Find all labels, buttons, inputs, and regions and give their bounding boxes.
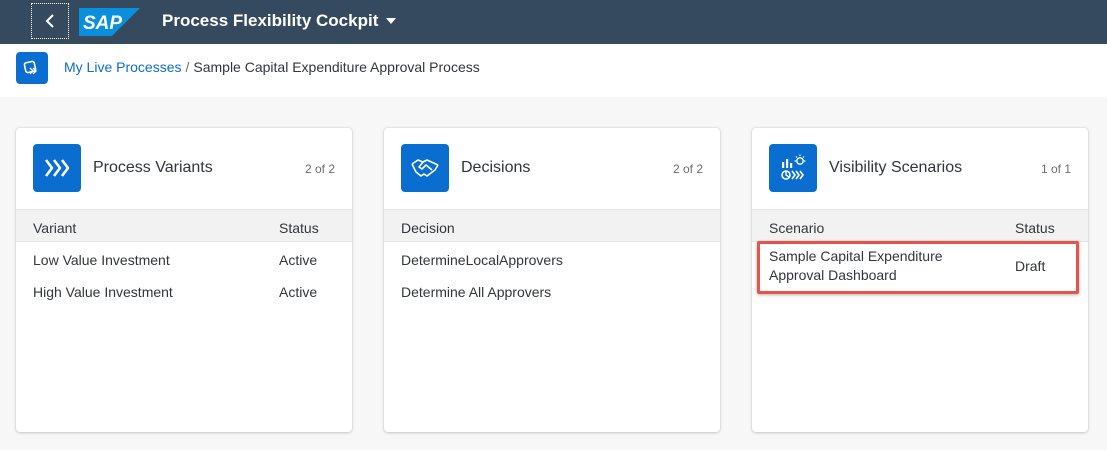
shell-bar: SAP Process Flexibility Cockpit xyxy=(0,0,1107,44)
decision-name: Determine All Approvers xyxy=(401,284,552,300)
card-title: Visibility Scenarios xyxy=(829,159,963,176)
process-icon xyxy=(16,52,48,84)
card-count: 1 of 1 xyxy=(1040,162,1071,176)
card-title: Decisions xyxy=(461,159,531,176)
handshake-icon xyxy=(401,144,449,192)
highlight-box xyxy=(757,241,1079,294)
back-arrow-icon xyxy=(45,14,54,28)
breadcrumb: My Live Processes / Sample Capital Expendi… xyxy=(64,59,480,75)
variant-status: Active xyxy=(279,252,318,268)
breadcrumb-link-my-live-processes[interactable]: My Live Processes xyxy=(64,59,181,75)
column-header-scenario: Scenario xyxy=(769,220,825,236)
table-row[interactable]: Low Value Investment Active xyxy=(16,244,352,276)
column-header-variant: Variant xyxy=(33,220,77,236)
column-header-status: Status xyxy=(279,220,319,236)
svg-text:SAP: SAP xyxy=(83,13,122,34)
process-variants-icon xyxy=(33,144,81,192)
table-header: Scenario Status xyxy=(752,209,1088,242)
sap-logo: SAP xyxy=(79,8,140,36)
breadcrumb-current: Sample Capital Expenditure Approval Proc… xyxy=(193,59,480,75)
process-variants-card: Process Variants 2 of 2 Variant Status L… xyxy=(16,128,352,432)
decisions-card: Decisions 2 of 2 Decision DetermineLocal… xyxy=(384,128,720,432)
table-header: Decision xyxy=(384,209,720,242)
card-count: 2 of 2 xyxy=(304,162,335,176)
decision-name: DetermineLocalApprovers xyxy=(401,252,563,268)
card-title: Process Variants xyxy=(93,159,213,176)
breadcrumb-separator: / xyxy=(185,59,190,75)
caret-down-icon xyxy=(386,18,397,24)
back-button[interactable] xyxy=(31,3,69,39)
table-row[interactable]: DetermineLocalApprovers xyxy=(384,244,720,276)
table-row[interactable]: Determine All Approvers xyxy=(384,276,720,308)
variant-status: Active xyxy=(279,284,318,300)
visibility-scenarios-icon xyxy=(769,144,817,192)
app-title-label: Process Flexibility Cockpit xyxy=(162,11,379,30)
table-header: Variant Status xyxy=(16,209,352,242)
app-title[interactable]: Process Flexibility Cockpit xyxy=(162,11,397,31)
column-header-decision: Decision xyxy=(401,220,455,236)
variant-name: High Value Investment xyxy=(33,284,173,300)
column-header-status: Status xyxy=(1015,220,1055,236)
card-count: 2 of 2 xyxy=(672,162,703,176)
variant-name: Low Value Investment xyxy=(33,252,170,268)
visibility-scenarios-card: Visibility Scenarios 1 of 1 Scenario Sta… xyxy=(752,128,1088,432)
table-row[interactable]: High Value Investment Active xyxy=(16,276,352,308)
